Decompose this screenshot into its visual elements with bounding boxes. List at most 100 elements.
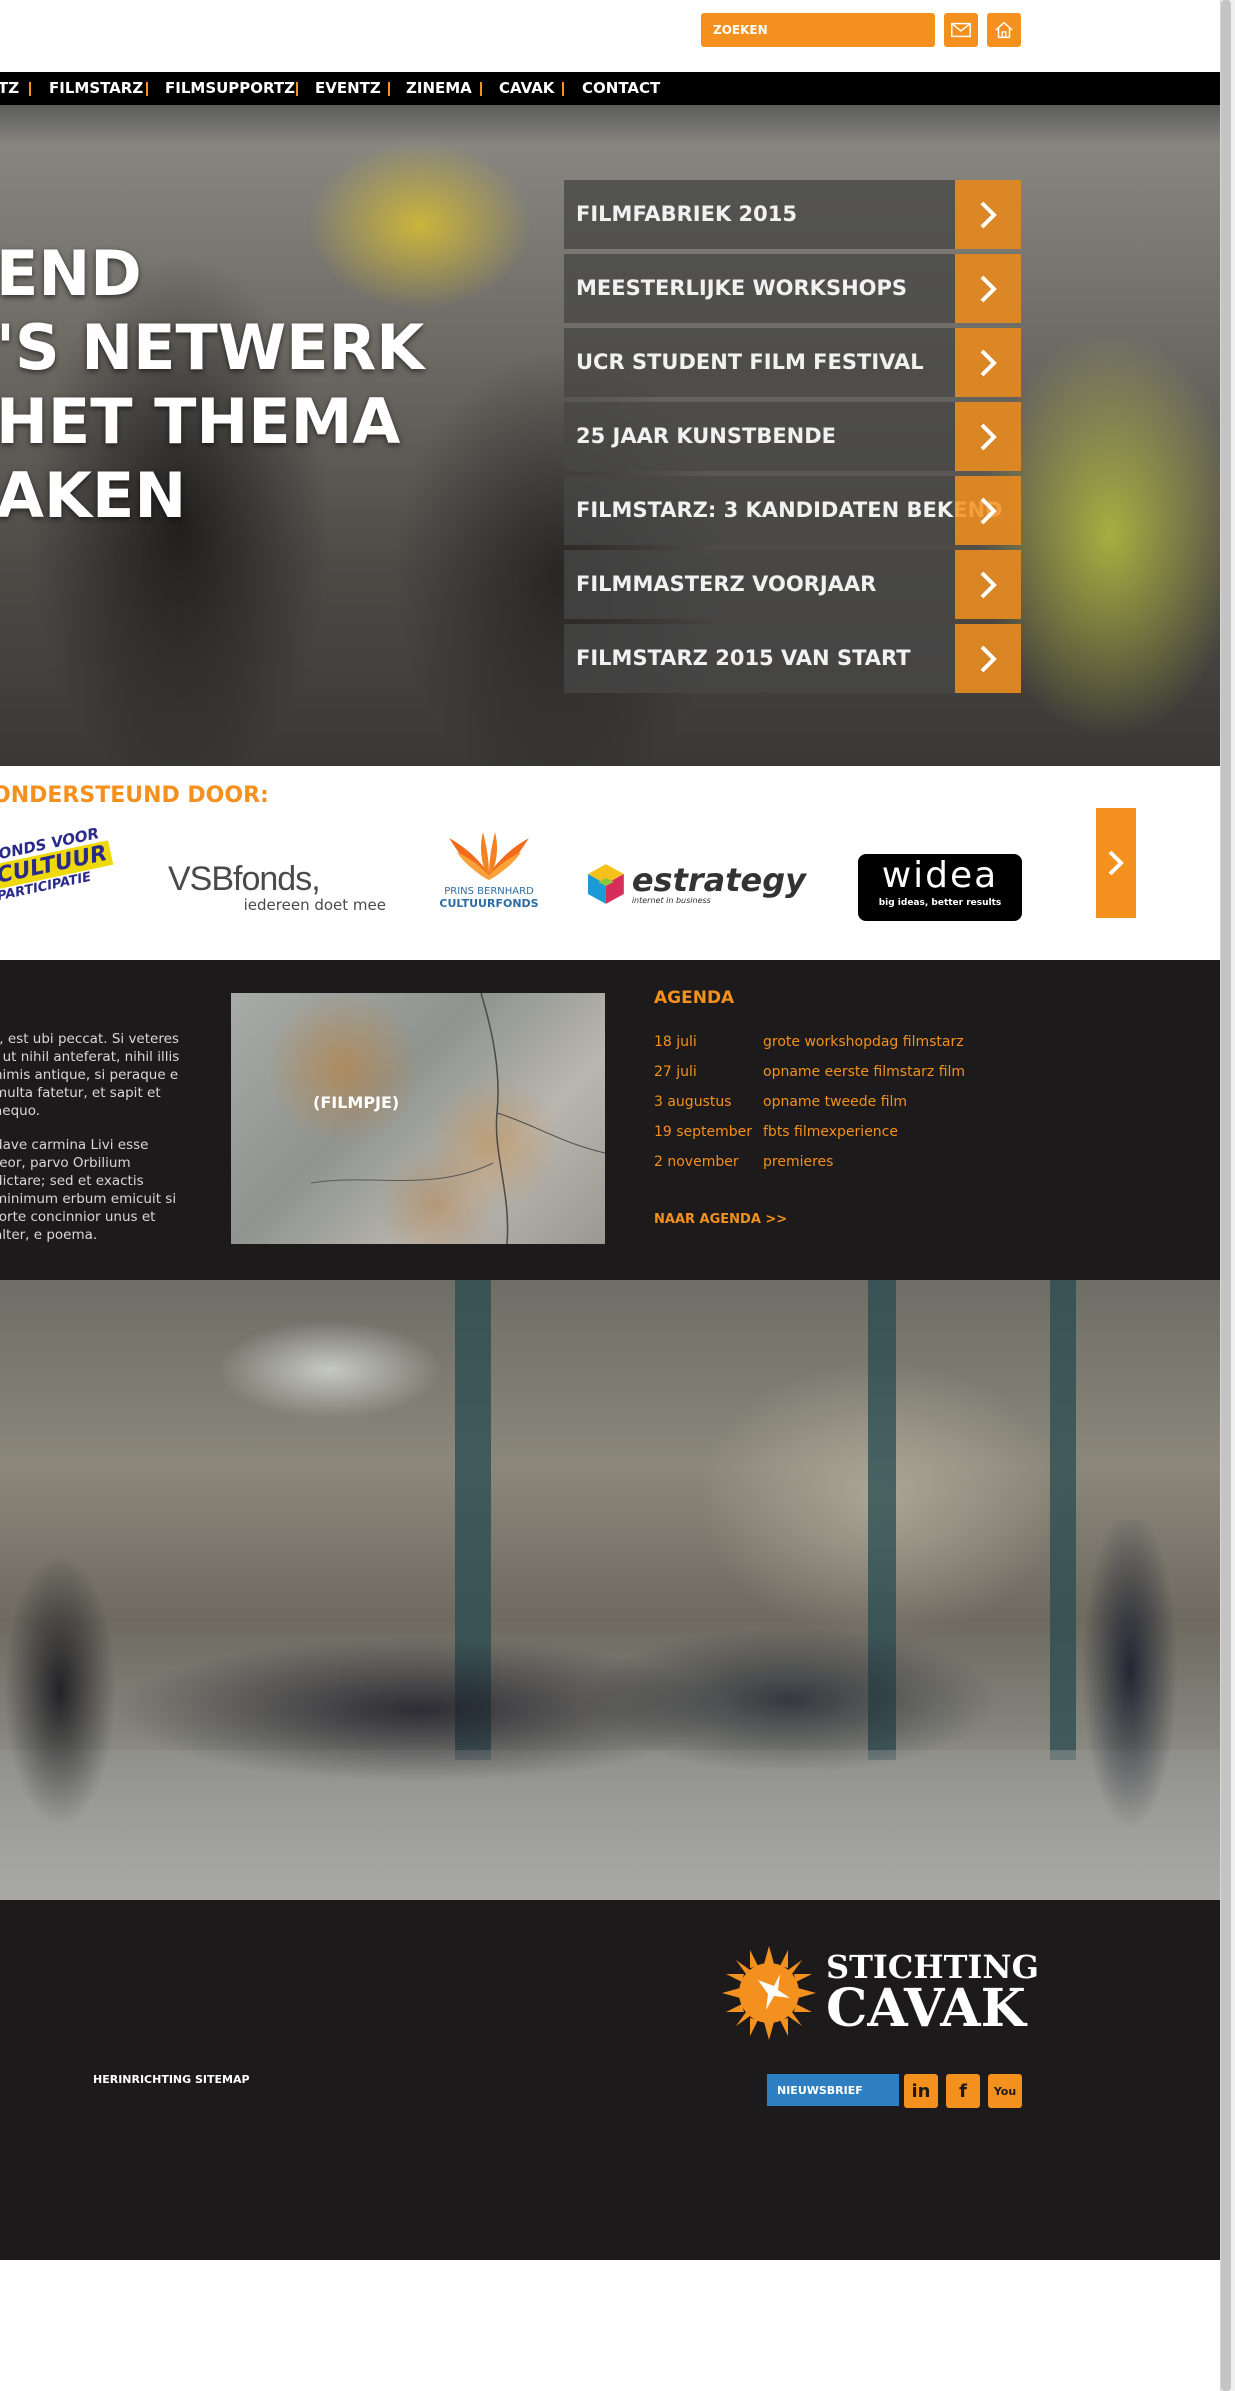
agenda-date: 27 juli xyxy=(654,1064,697,1080)
logo-fonds-cultuurparticipatie[interactable]: FONDS VOOR CULTUUR PARTICIPATIE xyxy=(0,823,125,946)
logo-text: CULTUURFONDS xyxy=(439,897,539,910)
nav-separator xyxy=(480,82,482,96)
hero-headline-line: HET THEMA xyxy=(0,385,401,458)
nav-item-zinema[interactable]: ZINEMA xyxy=(406,72,472,105)
chevron-right-icon xyxy=(1108,850,1124,876)
nav-separator xyxy=(29,82,31,96)
sponsors-next-button[interactable] xyxy=(1096,808,1136,918)
nav-item-contact[interactable]: CONTACT xyxy=(582,72,660,105)
nav-item-tz[interactable]: TZ xyxy=(0,72,19,105)
news-item[interactable]: FILMSTARZ 2015 VAN START xyxy=(564,624,1021,693)
agenda-event: opname tweede film xyxy=(763,1094,908,1110)
news-item[interactable]: 25 JAAR KUNSTBENDE xyxy=(564,402,1021,471)
intro-paragraph: t, est ubi peccat. Si veteres , ut nihil… xyxy=(0,1031,180,1119)
sponsors-title: ONDERSTEUND DOOR: xyxy=(0,783,269,808)
news-item-arrow[interactable] xyxy=(955,180,1021,249)
news-item[interactable]: MEESTERLIJKE WORKSHOPS xyxy=(564,254,1021,323)
logo-text: PRINS BERNHARD xyxy=(444,886,534,897)
logo-text: big ideas, better results xyxy=(878,898,1002,908)
intro-text: t, est ubi peccat. Si veteres , ut nihil… xyxy=(0,1030,184,1260)
news-item-arrow[interactable] xyxy=(955,402,1021,471)
agenda-date: 19 september xyxy=(654,1124,753,1140)
news-item[interactable]: FILMSTARZ: 3 KANDIDATEN BEKEND xyxy=(564,476,1021,545)
logo-text: widea xyxy=(881,855,999,896)
footer: HERINRICHTING SITEMAP STICHTING CAVAK NI… xyxy=(0,1900,1220,2260)
cavak-logo-big: CAVAK xyxy=(826,1978,1026,2039)
news-item-label: FILMSTARZ 2015 VAN START xyxy=(576,646,911,670)
agenda-title: AGENDA xyxy=(654,988,735,1008)
intro-paragraph: dave carmina Livi esse reor, parvo Orbil… xyxy=(0,1137,177,1243)
crack-pattern xyxy=(310,993,605,1244)
logo-estrategy[interactable]: estrategy internet in business xyxy=(586,862,806,906)
nav-item-filmsupportz[interactable]: FILMSUPPORTZ xyxy=(165,72,295,105)
logo-text: VSBfonds, xyxy=(168,860,321,898)
search-input[interactable]: ZOEKEN xyxy=(701,13,935,47)
hero-photo-ceiling xyxy=(0,105,1220,145)
logo-text: estrategy xyxy=(631,860,806,899)
chevron-right-icon xyxy=(980,497,997,524)
news-item-arrow[interactable] xyxy=(955,328,1021,397)
newsletter-input[interactable]: NIEUWSBRIEF xyxy=(767,2074,899,2106)
news-item-arrow[interactable] xyxy=(955,476,1021,545)
hero-banner: END 'S NETWERK HET THEMA AKEN FILMFABRIE… xyxy=(0,105,1220,766)
chevron-right-icon xyxy=(980,571,997,598)
sun-star-icon xyxy=(722,1946,816,2040)
mail-button[interactable] xyxy=(944,13,978,47)
hero-headline-line: END xyxy=(0,237,142,310)
agenda-date: 2 november xyxy=(654,1154,739,1170)
mail-icon xyxy=(951,22,971,38)
logo-widea[interactable]: widea big ideas, better results xyxy=(858,854,1022,921)
agenda-event: fbts filmexperience xyxy=(763,1124,898,1140)
cavak-logo[interactable]: STICHTING CAVAK xyxy=(722,1946,1039,2040)
nav-separator xyxy=(562,82,564,96)
logo-vsbfonds[interactable]: VSBfonds, iedereen doet mee xyxy=(168,862,398,914)
hero-headline-line: 'S NETWERK xyxy=(0,311,425,384)
home-button[interactable] xyxy=(987,13,1021,47)
chevron-right-icon xyxy=(980,275,997,302)
logo-prins-bernhard-cultuurfonds[interactable]: PRINS BERNHARD CULTUURFONDS xyxy=(434,830,544,910)
linkedin-icon[interactable]: in xyxy=(904,2074,938,2108)
news-menu: FILMFABRIEK 2015 MEESTERLIJKE WORKSHOPS … xyxy=(564,180,1021,698)
top-bar: ZOEKEN xyxy=(0,0,1220,72)
agenda-event: premieres xyxy=(763,1154,834,1170)
flame-icon xyxy=(449,832,529,880)
nav-item-eventz[interactable]: EVENTZ xyxy=(315,72,381,105)
cube-icon xyxy=(587,864,624,904)
main-nav: TZ FILMSTARZ FILMSUPPORTZ EVENTZ ZINEMA … xyxy=(0,72,1220,105)
news-item[interactable]: UCR STUDENT FILM FESTIVAL xyxy=(564,328,1021,397)
chevron-right-icon xyxy=(980,201,997,228)
news-item-arrow[interactable] xyxy=(955,254,1021,323)
agenda-event: opname eerste filmstarz film xyxy=(763,1064,966,1080)
news-item-label: MEESTERLIJKE WORKSHOPS xyxy=(576,276,908,300)
agenda-link[interactable]: NAAR AGENDA >> xyxy=(654,1212,787,1227)
nav-separator xyxy=(388,82,390,96)
youtube-icon[interactable]: You xyxy=(988,2074,1022,2108)
news-item-label: FILMSTARZ: 3 KANDIDATEN BEKEND xyxy=(576,498,1003,522)
facebook-icon[interactable]: f xyxy=(946,2074,980,2108)
nav-item-cavak[interactable]: CAVAK xyxy=(499,72,554,105)
content-section: t, est ubi peccat. Si veteres , ut nihil… xyxy=(0,960,1220,1280)
video-thumbnail[interactable]: (FILMPJE) xyxy=(231,993,605,1244)
news-item-label: UCR STUDENT FILM FESTIVAL xyxy=(576,350,924,374)
chevron-right-icon xyxy=(980,645,997,672)
cavak-logo-text: STICHTING CAVAK xyxy=(826,1951,1039,2035)
news-item-arrow[interactable] xyxy=(955,624,1021,693)
agenda-date: 3 augustus xyxy=(654,1094,732,1110)
sitemap-link[interactable]: HERINRICHTING SITEMAP xyxy=(93,2073,250,2086)
scrollbar-thumb[interactable] xyxy=(1221,0,1231,2391)
nav-item-filmstarz[interactable]: FILMSTARZ xyxy=(49,72,143,105)
chevron-right-icon xyxy=(980,349,997,376)
sponsors-section: ONDERSTEUND DOOR: FONDS VOOR CULTUUR PAR… xyxy=(0,766,1220,960)
nav-separator xyxy=(146,82,148,96)
hero-headline-line: AKEN xyxy=(0,459,187,532)
video-label: (FILMPJE) xyxy=(313,1093,400,1112)
news-item[interactable]: FILMMASTERZ VOORJAAR xyxy=(564,550,1021,619)
nav-separator xyxy=(296,82,298,96)
news-item-label: 25 JAAR KUNSTBENDE xyxy=(576,424,837,448)
agenda-date: 18 juli xyxy=(654,1034,697,1050)
event-photo xyxy=(0,1280,1220,1900)
news-item[interactable]: FILMFABRIEK 2015 xyxy=(564,180,1021,249)
news-item-arrow[interactable] xyxy=(955,550,1021,619)
news-item-label: FILMMASTERZ VOORJAAR xyxy=(576,572,877,596)
news-item-label: FILMFABRIEK 2015 xyxy=(576,202,797,226)
